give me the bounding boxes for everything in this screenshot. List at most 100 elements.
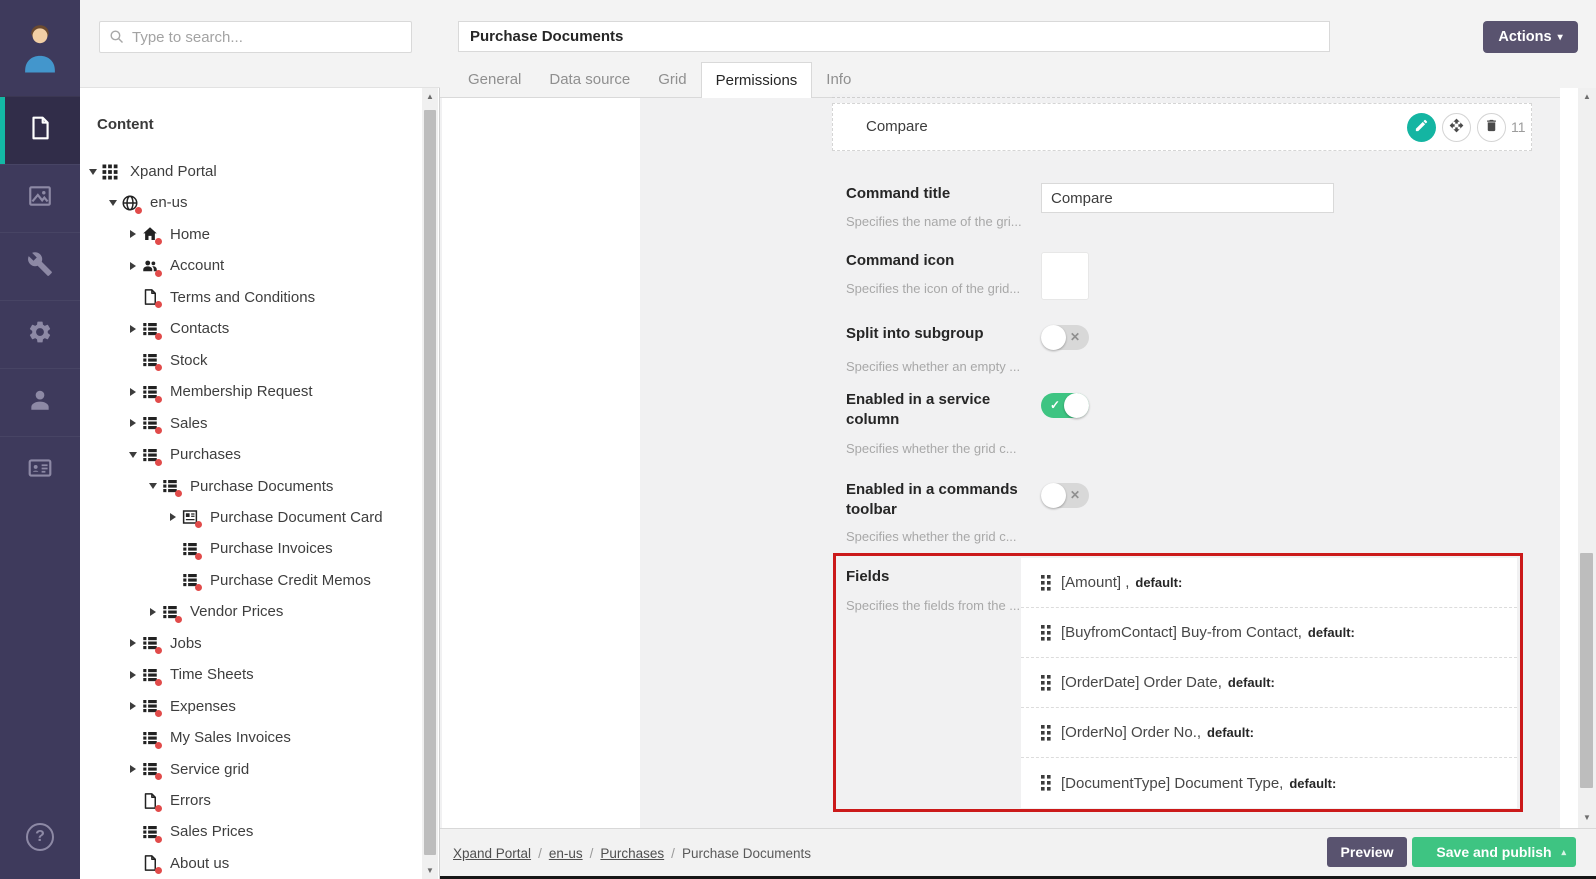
sidebar-item-wrench[interactable] [0,232,80,300]
breadcrumb-item[interactable]: en-us [549,846,583,861]
actions-button[interactable]: Actions ▾ [1483,21,1578,53]
scroll-down-icon[interactable]: ▼ [422,866,438,875]
drag-handle-icon[interactable] [1041,575,1051,591]
sidebar-item-page[interactable] [0,96,80,164]
tree-item[interactable]: Time Sheets [80,659,424,690]
chevron-down-icon: ▾ [1558,32,1563,43]
tab-data-source[interactable]: Data source [535,62,644,98]
sidebar-item-user[interactable] [0,368,80,436]
caret-down-icon[interactable] [146,480,159,492]
document-title-input[interactable] [458,21,1330,52]
tree-item[interactable]: Sales Prices [80,816,424,847]
breadcrumb-item[interactable]: Xpand Portal [453,846,531,861]
caret-down-icon[interactable] [106,197,119,209]
drag-handle-icon[interactable] [1041,775,1051,791]
actions-label: Actions [1498,29,1551,45]
caret-right-icon[interactable] [126,637,139,649]
tree-scrollbar[interactable]: ▲ ▼ [422,88,438,879]
tree-item-label: Vendor Prices [190,603,283,620]
users-icon [141,257,159,275]
tree-item[interactable]: Vendor Prices [80,596,424,627]
tree-item[interactable]: Account [80,250,424,281]
tree-item[interactable]: Stock [80,345,424,376]
tree-item[interactable]: Terms and Conditions [80,282,424,313]
command-title-input[interactable] [1041,183,1334,213]
drag-handle-icon[interactable] [1041,675,1051,691]
field-default-label: default: [1289,776,1336,791]
breadcrumb-item[interactable]: Purchases [600,846,664,861]
scroll-up-icon[interactable]: ▲ [422,92,438,101]
delete-button[interactable] [1477,113,1506,142]
main-scrollbar-thumb[interactable] [1580,553,1593,788]
caret-right-icon[interactable] [126,763,139,775]
tree-item[interactable]: Purchases [80,439,424,470]
field-text: [OrderDate] Order Date, [1061,674,1222,691]
save-and-publish-button[interactable]: Save and publish ▴ [1412,837,1576,867]
drag-handle-icon[interactable] [1041,625,1051,641]
list-icon [141,320,159,338]
tree-item[interactable]: Jobs [80,628,424,659]
tree-item[interactable]: My Sales Invoices [80,722,424,753]
sidebar-item-gear[interactable] [0,300,80,368]
tree-item[interactable]: Purchase Invoices [80,533,424,564]
caret-right-icon[interactable] [126,228,139,240]
field-text: [DocumentType] Document Type, [1061,775,1283,792]
move-button[interactable] [1442,113,1471,142]
caret-right-icon[interactable] [126,417,139,429]
field-row[interactable]: [OrderNo] Order No.,default: [1021,708,1517,758]
tree-item[interactable]: Expenses [80,691,424,722]
tab-info[interactable]: Info [812,62,865,98]
caret-down-icon[interactable] [86,166,99,178]
caret-right-icon[interactable] [126,669,139,681]
tree-item[interactable]: Sales [80,408,424,439]
caret-right-icon[interactable] [166,511,179,523]
scroll-down-icon[interactable]: ▼ [1578,813,1596,822]
caret-right-icon[interactable] [146,606,159,618]
service-column-toggle[interactable]: ✓ [1041,393,1089,418]
tab-permissions[interactable]: Permissions [701,62,813,98]
icon-sidebar: ? [0,0,80,879]
sidebar-item-image[interactable] [0,164,80,232]
caret-right-icon[interactable] [126,323,139,335]
help-button[interactable]: ? [26,823,54,851]
caret-down-icon[interactable] [126,449,139,461]
tree-item[interactable]: Service grid [80,754,424,785]
caret-right-icon[interactable] [126,386,139,398]
unpublished-badge [155,742,162,749]
tree-item[interactable]: Purchase Credit Memos [80,565,424,596]
split-subgroup-toggle[interactable]: ✕ [1041,325,1089,350]
caret-right-icon[interactable] [126,700,139,712]
drag-handle-icon[interactable] [1041,725,1051,741]
tree-item[interactable]: Purchase Documents [80,471,424,502]
search-input[interactable] [99,21,412,53]
tree-item[interactable]: Home [80,219,424,250]
tree-item[interactable]: en-us [80,187,424,218]
tree-item[interactable]: Errors [80,785,424,816]
field-row[interactable]: [BuyfromContact] Buy-from Contact,defaul… [1021,608,1517,658]
edit-button[interactable] [1407,113,1436,142]
preview-button[interactable]: Preview [1327,837,1407,867]
tree-item[interactable]: About us [80,848,424,879]
tree-scrollbar-thumb[interactable] [424,110,436,855]
field-row[interactable]: [OrderDate] Order Date,default: [1021,658,1517,708]
tree-item[interactable]: Purchase Document Card [80,502,424,533]
list-icon [141,697,159,715]
tab-general[interactable]: General [454,62,535,98]
scroll-up-icon[interactable]: ▲ [1578,92,1596,101]
field-row[interactable]: [Amount] ,default: [1021,558,1517,608]
list-icon [141,760,159,778]
tree-item[interactable]: Xpand Portal [80,156,424,187]
tree-item[interactable]: Membership Request [80,376,424,407]
question-icon: ? [35,828,45,846]
field-row[interactable]: [DocumentType] Document Type, default: [1021,758,1517,808]
tree-item-label: My Sales Invoices [170,729,291,746]
caret-right-icon[interactable] [126,260,139,272]
sidebar-item-idcard[interactable] [0,436,80,504]
tree-item[interactable]: Contacts [80,313,424,344]
command-icon-picker[interactable] [1041,252,1089,300]
commands-toolbar-toggle[interactable]: ✕ [1041,483,1089,508]
user-avatar[interactable] [0,0,80,96]
main-scrollbar[interactable]: ▲ ▼ [1578,88,1596,828]
page-icon [27,115,53,146]
tab-grid[interactable]: Grid [644,62,700,98]
